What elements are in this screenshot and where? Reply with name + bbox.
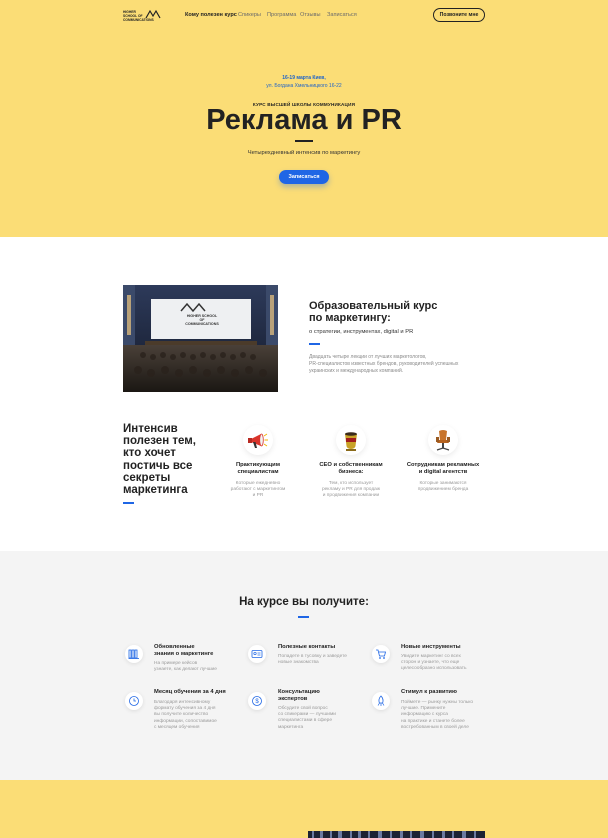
benefit-title: Стимул к развитию — [401, 689, 457, 695]
benefit-text-line: с месяцем обучения — [154, 724, 200, 730]
benefit-title-line: Обновленные — [154, 644, 195, 650]
audience-item-text-line: и продвижения компании — [322, 493, 380, 499]
nav-reviews[interactable]: Отзывы — [300, 12, 321, 18]
hero-section: HIGHER SCHOOL OF COMMUNICATIONS Кому пол… — [0, 0, 608, 237]
benefits-section: На курсе вы получите: Обновленные знания … — [0, 551, 608, 780]
benefit-title-line: Консультацию — [278, 689, 320, 695]
about-text-3: украинских и международных компаний. — [309, 368, 404, 374]
benefit-text: Обсудите свой вопрос со спикерами — лучши… — [278, 706, 336, 731]
benefit-text: Поймете — рынку нужны только лучшие. Прим… — [401, 700, 473, 731]
rocket-icon — [372, 692, 390, 710]
audience-heading-line: маркетинга — [123, 484, 188, 497]
about-title-line2: по маркетингу: — [309, 312, 391, 324]
about-divider — [309, 343, 320, 345]
benefit-text-line: специалистами в сфере — [278, 718, 332, 724]
benefit-title: Месяц обучения за 4 дня — [154, 689, 226, 695]
speaker-photo-strip — [308, 828, 485, 838]
next-section — [0, 780, 608, 838]
hero-title: Реклама и PR — [206, 104, 402, 136]
audience-heading-line: секреты — [123, 471, 171, 484]
about-text-1: Двадцать четыре лекции от лучших маркето… — [309, 354, 427, 360]
megaphone-icon — [243, 425, 273, 455]
audience-item-text: Тем, кто использует рекламу и PR для про… — [311, 481, 391, 500]
about-text-2: PR-специалистов известных брендов, руков… — [309, 361, 459, 367]
benefit-text-line: информации, сопоставимое — [154, 718, 217, 724]
dollar-icon: $ — [248, 692, 266, 710]
hero-divider — [295, 140, 313, 142]
benefit-text: Увидите маркетинг со всех сторон и узнает… — [401, 654, 466, 673]
about-title-line1: Образовательный курс — [309, 300, 438, 312]
benefits-heading: На курсе вы получите: — [239, 596, 369, 608]
contacts-icon — [248, 645, 266, 663]
audience-item-text-line: и PR — [252, 493, 264, 499]
event-address: ул. Богдана Хмельницкого 16-22 — [266, 83, 342, 89]
event-date: 16-19 марта Киев, — [282, 75, 326, 81]
benefit-title-line: знания о маркетинге — [154, 651, 214, 657]
benefit-text-line: целесообразно использовать — [401, 666, 467, 672]
audience-item-title: Сотрудникам рекламных и digital агентств — [403, 462, 483, 476]
benefit-text: На примере кейсов узнаете, как делают луч… — [154, 661, 217, 673]
audience-heading: Интенсив полезен тем, кто хочет постичь … — [123, 423, 196, 496]
audience-item-text-line: продвижением бренда — [417, 487, 469, 493]
audience-item-title-line: специалистам — [237, 469, 279, 475]
benefit-text: Благодаря интенсивному формату обучения з… — [154, 700, 217, 731]
about-subtitle: о стратегии, инструментах, digital и PR — [309, 329, 414, 335]
nav-program[interactable]: Программа — [267, 12, 296, 18]
audience-item-text: Которые ежедневно работают с маркетингом… — [218, 481, 298, 500]
school-logo[interactable]: HIGHER SCHOOL OF COMMUNICATIONS — [123, 9, 161, 23]
benefit-title-line: экспертов — [278, 696, 308, 702]
audience-heading-line: кто хочет — [123, 447, 176, 460]
audience-item-title-line: Практикующим — [235, 462, 281, 468]
benefit-text: Попадете в тусовку и заведете новые знако… — [278, 654, 347, 666]
benefits-divider — [298, 616, 309, 618]
benefit-text-line: узнаете, как делают лучшие — [154, 667, 217, 673]
benefit-title: Новые инструменты — [401, 644, 461, 650]
benefit-text-line: на практике и станете более — [401, 718, 465, 724]
audience-heading-line: постичь все — [123, 459, 193, 472]
auditorium-photo: HIGHER SCHOOL OF COMMUNICATIONS — [123, 285, 278, 392]
screen-logo-text: HIGHER SCHOOL OF COMMUNICATIONS — [185, 314, 219, 326]
benefit-title: Полезные контакты — [278, 644, 336, 650]
benefit-title: Обновленные знания о маркетинге — [154, 644, 213, 658]
hero-subtitle: Четырехдневный интенсив по маркетингу — [247, 150, 361, 156]
nav-signup[interactable]: Записаться — [327, 12, 357, 18]
benefit-text-line: маркетинга — [278, 724, 304, 730]
svg-text:$: $ — [255, 699, 259, 705]
nav-audience[interactable]: Кому полезен курс — [185, 12, 237, 18]
auditorium-image — [123, 285, 278, 392]
audience-heading-line: Интенсив — [123, 423, 178, 435]
nav-speakers[interactable]: Спикеры — [238, 12, 261, 18]
audience-divider — [123, 502, 134, 504]
signup-button[interactable]: Записаться — [279, 170, 329, 184]
benefit-text-line: вы получите количество — [154, 712, 209, 718]
books-icon — [125, 645, 143, 663]
call-me-button[interactable]: Позвоните мне — [433, 8, 485, 22]
chair-icon — [428, 425, 458, 455]
audience-item-title-line: СЕО и собственникам — [319, 462, 383, 468]
cup-icon — [336, 425, 366, 455]
logo-text: HIGHER SCHOOL OF COMMUNICATIONS — [123, 10, 154, 22]
audience-heading-line: полезен тем, — [123, 435, 196, 448]
benefit-text-line: новые знакомства — [278, 660, 319, 666]
audience-item-title-line: и digital агентств — [418, 469, 468, 475]
audience-item-title-line: бизнеса: — [338, 469, 364, 475]
audience-item-title: СЕО и собственникам бизнеса: — [311, 462, 391, 476]
audience-item-text: Которые занимаются продвижением бренда — [403, 481, 483, 493]
benefit-text-line: востребованным в своей деле — [401, 724, 469, 730]
benefit-title: Консультацию экспертов — [278, 689, 320, 703]
audience-item-title: Практикующим специалистам — [218, 462, 298, 476]
clock-icon — [125, 692, 143, 710]
cart-icon — [372, 645, 390, 663]
audience-item-title-line: Сотрудникам рекламных — [406, 462, 480, 468]
